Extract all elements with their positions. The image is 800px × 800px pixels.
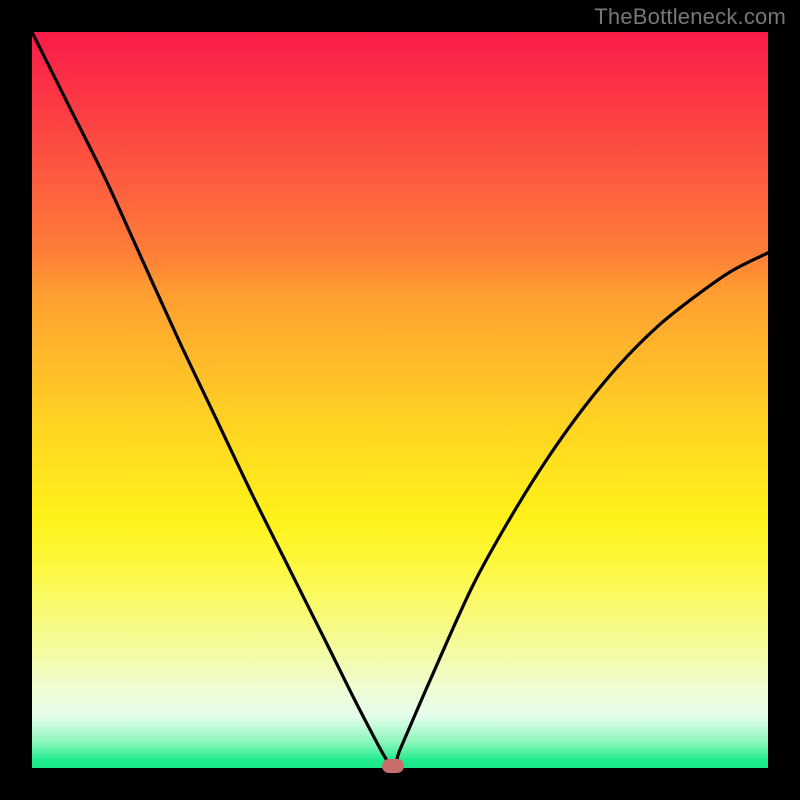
curve-path bbox=[32, 32, 768, 768]
minimum-marker bbox=[382, 759, 404, 773]
bottleneck-curve bbox=[32, 32, 768, 768]
plot-area bbox=[32, 32, 768, 768]
chart-frame: TheBottleneck.com bbox=[0, 0, 800, 800]
watermark-text: TheBottleneck.com bbox=[594, 4, 786, 30]
